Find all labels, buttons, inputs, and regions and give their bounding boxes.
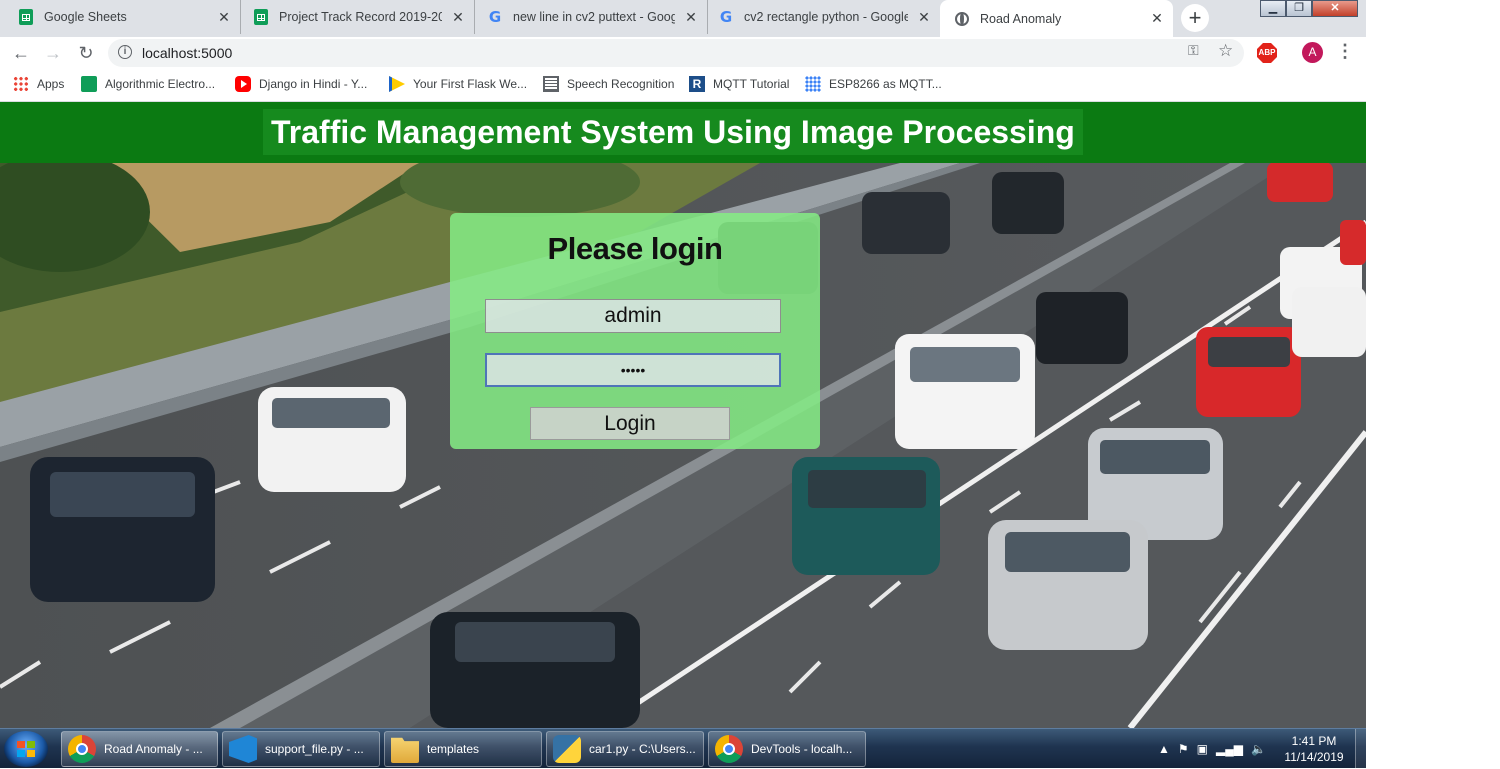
action-center-flag-icon[interactable]: ⚑ (1178, 742, 1189, 756)
taskbar-item-label: templates (427, 742, 480, 756)
tab-title: new line in cv2 puttext - Google (513, 10, 675, 24)
globe-icon (954, 11, 970, 27)
chrome-icon (68, 735, 96, 763)
document-icon (543, 76, 559, 92)
tab-project-track-record[interactable]: Project Track Record 2019-2020 ✕ (241, 0, 475, 34)
page-viewport: Traffic Management System Using Image Pr… (0, 102, 1366, 728)
bookmark-algorithmic-electro[interactable]: Algorithmic Electro... (81, 76, 215, 92)
bookmark-label: Apps (37, 77, 65, 91)
show-desktop-button[interactable] (1355, 729, 1367, 769)
google-sheets-icon (81, 76, 97, 92)
taskbar-item-label: support_file.py - ... (265, 742, 364, 756)
forward-arrow-icon[interactable]: → (42, 42, 64, 64)
taskbar-item-label: DevTools - localh... (751, 742, 853, 756)
bookmark-flask[interactable]: Your First Flask We... (389, 76, 527, 92)
vscode-icon (229, 735, 257, 763)
apps-grid-icon (13, 76, 29, 92)
show-hidden-icons-icon[interactable]: ▲ (1158, 742, 1170, 756)
volume-icon[interactable]: 🔈 (1251, 742, 1266, 756)
start-button[interactable] (4, 731, 48, 767)
google-icon: G (488, 8, 502, 26)
menu-kebab-icon[interactable]: ⋮ (1336, 41, 1354, 62)
key-icon[interactable]: ⚿ (1188, 42, 1199, 59)
taskbar-item-label: car1.py - C:\Users... (589, 742, 696, 756)
page-title: Traffic Management System Using Image Pr… (263, 109, 1083, 155)
bookmark-mqtt-tutorial[interactable]: R MQTT Tutorial (689, 76, 789, 92)
bookmark-label: Django in Hindi - Y... (259, 77, 368, 91)
taskbar-item-road-anomaly[interactable]: Road Anomaly - ... (61, 731, 218, 767)
flask-tutorial-icon (389, 76, 405, 92)
bookmark-star-icon[interactable]: ☆ (1218, 41, 1233, 61)
folder-icon (391, 737, 419, 763)
tab-title: Project Track Record 2019-2020 (279, 10, 442, 24)
google-icon: G (719, 8, 733, 26)
site-info-icon[interactable]: i (118, 45, 132, 59)
bookmark-label: Speech Recognition (567, 77, 675, 91)
system-clock[interactable]: 1:41 PM 11/14/2019 (1276, 733, 1352, 765)
dots-logo-icon (805, 76, 821, 92)
window-controls: ▁ ❐ ✕ (1260, 0, 1358, 18)
minimize-button[interactable]: ▁ (1260, 0, 1286, 17)
maximize-button[interactable]: ❐ (1286, 0, 1312, 17)
username-input[interactable] (485, 299, 781, 333)
google-sheets-icon (253, 9, 269, 25)
taskbar-item-devtools[interactable]: DevTools - localh... (708, 731, 866, 767)
adblock-extension-icon[interactable]: ABP (1257, 43, 1277, 63)
chrome-icon (715, 735, 743, 763)
taskbar-item-label: Road Anomaly - ... (104, 742, 203, 756)
bookmark-apps[interactable]: Apps (13, 76, 64, 92)
network-signal-icon[interactable]: ▂▄▆ (1216, 742, 1243, 756)
bookmarks-bar: Apps Algorithmic Electro... Django in Hi… (0, 69, 1366, 102)
header-banner: Traffic Management System Using Image Pr… (0, 102, 1366, 163)
bookmark-label: Algorithmic Electro... (105, 77, 216, 91)
reload-icon[interactable]: ↻ (75, 42, 97, 64)
system-tray: ▲ ⚑ ▣ ▂▄▆ 🔈 (1158, 729, 1274, 769)
tab-newline-search[interactable]: G new line in cv2 puttext - Google ✕ (475, 0, 708, 34)
address-bar[interactable]: i localhost:5000 ⚿ ☆ (108, 39, 1244, 67)
back-arrow-icon[interactable]: ← (10, 42, 32, 64)
tab-google-sheets[interactable]: Google Sheets ✕ (0, 0, 241, 34)
bookmark-label: ESP8266 as MQTT... (829, 77, 942, 91)
bookmark-speech-recognition[interactable]: Speech Recognition (543, 76, 674, 92)
device-icon[interactable]: ▣ (1197, 742, 1208, 756)
login-panel: Please login Login (450, 213, 820, 449)
new-tab-button[interactable]: + (1181, 4, 1209, 32)
login-heading: Please login (547, 231, 723, 266)
windows-taskbar: Road Anomaly - ... support_file.py - ...… (0, 728, 1367, 769)
close-icon[interactable]: ✕ (450, 9, 466, 26)
tab-road-anomaly[interactable]: Road Anomaly ✕ (940, 0, 1173, 37)
close-icon[interactable]: ✕ (916, 9, 932, 26)
profile-avatar[interactable]: A (1302, 42, 1323, 63)
tab-strip: Google Sheets ✕ Project Track Record 201… (0, 0, 1366, 37)
tab-title: Road Anomaly (980, 11, 1062, 26)
window-close-button[interactable]: ✕ (1312, 0, 1358, 17)
taskbar-item-templates[interactable]: templates (384, 731, 542, 767)
password-input[interactable] (485, 353, 781, 387)
close-icon[interactable]: ✕ (1149, 10, 1165, 27)
bookmark-label: MQTT Tutorial (713, 77, 790, 91)
r-logo-icon: R (689, 76, 705, 92)
url-text[interactable]: localhost:5000 (142, 45, 232, 61)
tab-title: cv2 rectangle python - Google S (744, 10, 908, 24)
login-button[interactable]: Login (530, 407, 730, 440)
tab-title: Google Sheets (44, 10, 127, 24)
taskbar-item-support-file[interactable]: support_file.py - ... (222, 731, 380, 767)
close-icon[interactable]: ✕ (683, 9, 699, 26)
google-sheets-icon (18, 9, 34, 25)
clock-time: 1:41 PM (1291, 734, 1337, 748)
bookmark-label: Your First Flask We... (413, 77, 528, 91)
taskbar-item-car1-py[interactable]: car1.py - C:\Users... (546, 731, 704, 767)
browser-toolbar: ← → ↻ i localhost:5000 ⚿ ☆ ABP A ⋮ (0, 37, 1366, 69)
bookmark-esp8266[interactable]: ESP8266 as MQTT... (805, 76, 942, 92)
bookmark-django-hindi[interactable]: Django in Hindi - Y... (235, 76, 367, 92)
youtube-icon (235, 76, 251, 92)
python-file-icon (553, 735, 581, 763)
clock-date: 11/14/2019 (1284, 750, 1344, 764)
close-icon[interactable]: ✕ (216, 9, 232, 26)
tab-rectangle-search[interactable]: G cv2 rectangle python - Google S ✕ (708, 0, 940, 34)
